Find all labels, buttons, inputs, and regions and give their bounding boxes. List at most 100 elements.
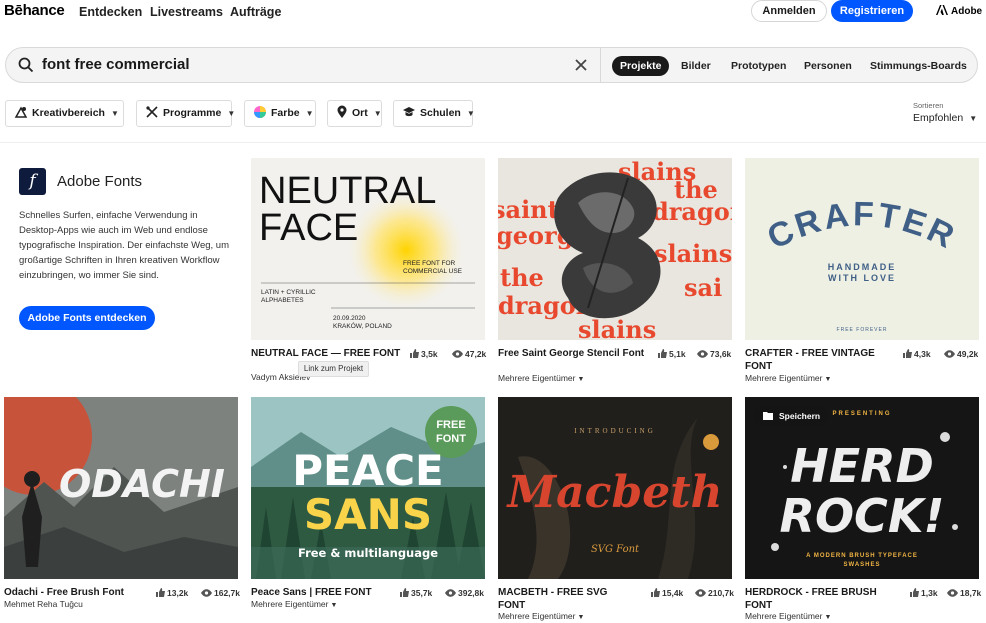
project-thumbnail-macbeth[interactable]: INTRODUCING Macbeth SVG Font xyxy=(498,397,732,579)
svg-text:HANDMADE: HANDMADE xyxy=(828,262,897,272)
project-title[interactable]: Peace Sans | FREE FONT xyxy=(251,587,411,600)
filter-schulen[interactable]: Schulen ▼ xyxy=(393,100,475,127)
svg-text:CRAFTER: CRAFTER xyxy=(761,195,962,257)
eye-icon xyxy=(445,589,456,597)
eye-icon xyxy=(947,589,958,597)
project-thumbnail-odachi[interactable]: ODACHI xyxy=(4,397,238,579)
project-owner[interactable]: Mehrere Eigentümer ▼ xyxy=(498,373,584,383)
nav-auftraege[interactable]: Aufträge xyxy=(230,5,281,19)
search-icon xyxy=(18,57,34,73)
search-divider xyxy=(600,48,601,82)
project-title[interactable]: CRAFTER - FREE VINTAGE FONT xyxy=(745,348,895,373)
art-text: 20.09.2020 xyxy=(333,315,366,322)
views-count: 73,6k xyxy=(697,349,731,359)
brush-icon xyxy=(14,106,28,118)
svg-text:ODACHI: ODACHI xyxy=(59,462,225,506)
svg-text:Free & multilanguage: Free & multilanguage xyxy=(298,546,438,560)
project-title[interactable]: HERDROCK - FREE BRUSH FONT xyxy=(745,587,890,612)
svg-text:Macbeth: Macbeth xyxy=(505,467,722,518)
project-thumbnail-neutral-face[interactable]: NEUTRAL FACE FREE FONT FOR COMMERCIAL US… xyxy=(251,158,485,340)
login-button[interactable]: Anmelden xyxy=(751,0,827,22)
tooltip: Link zum Projekt xyxy=(298,361,369,377)
promo-text: Schnelles Surfen, einfache Verwendung in… xyxy=(19,210,229,281)
likes-count: 3,5k xyxy=(410,349,438,359)
eye-icon xyxy=(697,350,708,358)
likes-count: 15,4k xyxy=(651,588,683,598)
views-count: 392,8k xyxy=(445,588,484,598)
project-title[interactable]: NEUTRAL FACE — FREE FONT xyxy=(251,348,401,361)
svg-text:dragon: dragon xyxy=(652,197,732,226)
color-wheel-icon xyxy=(254,106,266,118)
thumbs-up-icon xyxy=(156,588,165,597)
adobe-link[interactable]: Adobe xyxy=(936,5,982,17)
project-thumbnail-saint-george[interactable]: slains the saint dragon george slains th… xyxy=(498,158,732,340)
thumbs-up-icon xyxy=(910,588,919,597)
likes-count: 35,7k xyxy=(400,588,432,598)
adobe-fonts-button[interactable]: Adobe Fonts entdecken xyxy=(19,306,155,330)
svg-text:SWASHES: SWASHES xyxy=(843,562,880,568)
save-button[interactable]: Speichern xyxy=(753,406,828,426)
project-owner[interactable]: Mehrere Eigentümer ▼ xyxy=(745,611,831,621)
filter-programme[interactable]: Programme ▼ xyxy=(136,100,235,127)
chevron-down-icon: ▼ xyxy=(577,614,585,621)
thumbnail-art: NEUTRAL FACE FREE FONT FOR COMMERCIAL US… xyxy=(259,170,475,330)
svg-text:the: the xyxy=(500,263,544,292)
svg-text:ROCK!: ROCK! xyxy=(780,489,945,543)
tab-personen[interactable]: Personen xyxy=(804,56,852,76)
thumbnail-art: CRAFTER HANDMADE WITH LOVE FREE FOREVER xyxy=(761,195,962,333)
sort-label: Sortieren xyxy=(913,101,944,110)
project-title[interactable]: MACBETH - FREE SVG FONT xyxy=(498,587,628,612)
thumbs-up-icon xyxy=(651,588,660,597)
filter-label: Programme xyxy=(163,107,222,119)
svg-text:slains: slains xyxy=(578,315,656,340)
sort-value: Empfohlen xyxy=(913,112,964,124)
graduation-cap-icon xyxy=(403,107,415,117)
tab-prototypen[interactable]: Prototypen xyxy=(731,56,786,76)
views-count: 210,7k xyxy=(695,588,734,598)
tab-projekte[interactable]: Projekte xyxy=(612,56,670,76)
chevron-down-icon: ▼ xyxy=(305,109,314,118)
chevron-down-icon: ▼ xyxy=(466,109,475,118)
search-input[interactable]: font free commercial xyxy=(42,56,190,73)
filter-ort[interactable]: Ort ▼ xyxy=(327,100,382,127)
project-owner[interactable]: Mehrere Eigentümer ▼ xyxy=(498,611,584,621)
register-button[interactable]: Registrieren xyxy=(831,0,913,22)
divider xyxy=(0,142,986,143)
behance-logo[interactable]: Bēhance xyxy=(4,2,65,19)
likes-count: 5,1k xyxy=(658,349,686,359)
adobe-fonts-logo: f xyxy=(19,168,46,195)
folder-icon xyxy=(763,412,773,420)
thumbnail-art: INTRODUCING Macbeth SVG Font xyxy=(498,397,732,579)
chevron-down-icon: ▼ xyxy=(373,109,382,118)
views-count: 162,7k xyxy=(201,588,240,598)
filter-label: Farbe xyxy=(271,107,300,119)
filter-label: Kreativbereich xyxy=(32,107,105,119)
project-thumbnail-crafter[interactable]: CRAFTER HANDMADE WITH LOVE FREE FOREVER xyxy=(745,158,979,340)
art-text: FACE xyxy=(259,207,358,249)
svg-text:HERD: HERD xyxy=(790,439,934,493)
close-icon[interactable] xyxy=(573,57,589,73)
project-owner[interactable]: Mehrere Eigentümer ▼ xyxy=(251,599,337,609)
nav-livestreams[interactable]: Livestreams xyxy=(150,5,223,19)
project-title[interactable]: Odachi - Free Brush Font xyxy=(4,587,164,600)
nav-entdecken[interactable]: Entdecken xyxy=(79,5,142,19)
art-text: ALPHABETES xyxy=(261,297,304,304)
likes-count: 1,3k xyxy=(910,588,938,598)
art-text: KRAKÓW, POLAND xyxy=(333,321,392,330)
project-owner[interactable]: Mehmet Reha Tuğcu xyxy=(4,599,83,609)
project-owner[interactable]: Mehrere Eigentümer ▼ xyxy=(745,373,831,383)
eye-icon xyxy=(944,350,955,358)
filter-farbe[interactable]: Farbe ▼ xyxy=(244,100,316,127)
tab-stimmungs-boards[interactable]: Stimmungs-Boards xyxy=(870,56,967,76)
project-thumbnail-peace-sans[interactable]: FREE FONT PEACE SANS Free & multilanguag… xyxy=(251,397,485,579)
art-text: NEUTRAL xyxy=(259,170,436,212)
svg-text:slains: slains xyxy=(654,239,732,268)
svg-text:sai: sai xyxy=(684,273,722,302)
sort-dropdown[interactable]: Empfohlen ▼ xyxy=(913,112,977,124)
tab-bilder[interactable]: Bilder xyxy=(681,56,711,76)
thumbnail-art: slains the saint dragon george slains th… xyxy=(498,158,732,340)
filter-kreativbereich[interactable]: Kreativbereich ▼ xyxy=(5,100,124,127)
project-title[interactable]: Free Saint George Stencil Font xyxy=(498,348,648,361)
eye-icon xyxy=(201,589,212,597)
art-text: FREE FONT FOR xyxy=(403,260,456,267)
